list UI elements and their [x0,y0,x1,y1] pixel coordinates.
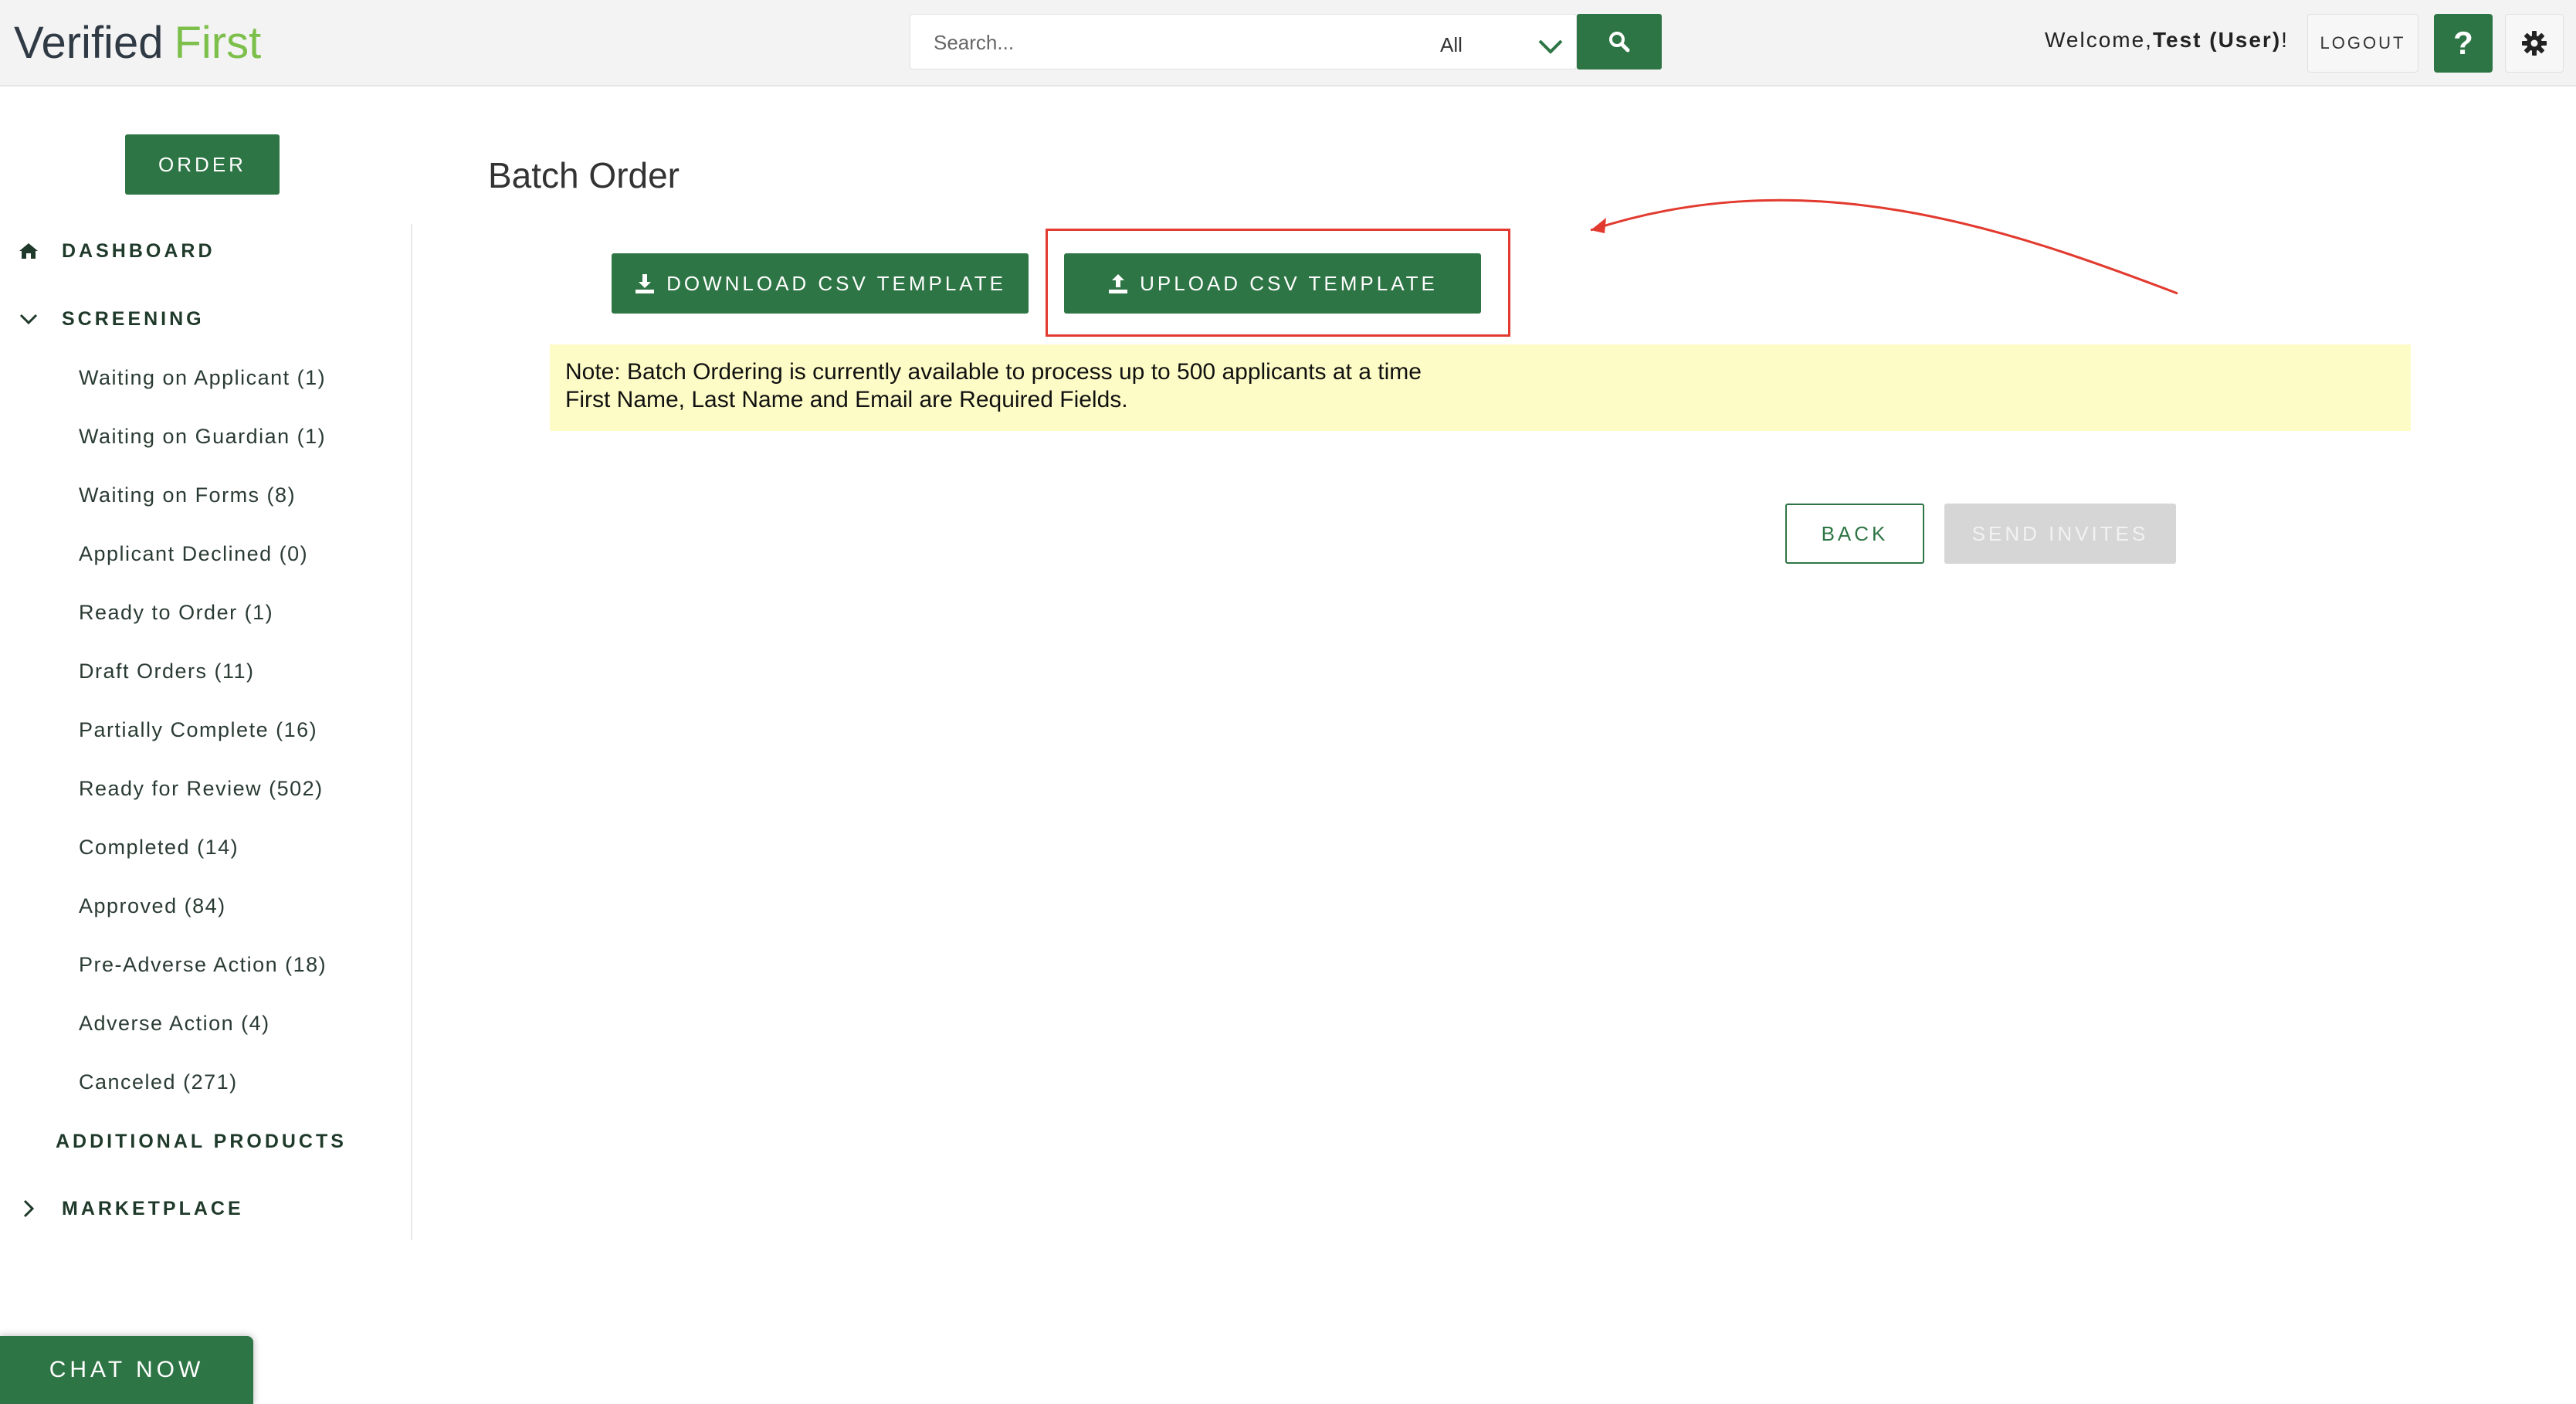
sidebar-item-label: MARKETPLACE [62,1197,244,1219]
sidebar-item-label: SCREENING [62,307,205,330]
chat-now-button[interactable]: CHAT NOW [0,1336,253,1404]
logo-word-2: First [174,18,262,68]
welcome-prefix: Welcome, [2045,28,2153,52]
sidebar-subitem[interactable]: Draft Orders (11) [79,660,255,683]
download-label: DOWNLOAD CSV TEMPLATE [666,271,1006,295]
gear-icon [2521,30,2547,56]
brand-logo[interactable]: Verified First [14,17,261,71]
back-button[interactable]: BACK [1785,504,1924,564]
sidebar-subitem[interactable]: Approved (84) [79,894,226,918]
sidebar-subitem[interactable]: Ready for Review (502) [79,777,324,801]
help-icon: ? [2453,25,2473,61]
sidebar-subitem[interactable]: Ready to Order (1) [79,601,273,625]
sidebar-subitem[interactable]: Applicant Declined (0) [79,542,308,566]
chevron-right-icon [15,1197,42,1220]
sidebar-item-label: DASHBOARD [62,239,215,262]
home-icon [15,239,42,263]
note-line-2: First Name, Last Name and Email are Requ… [565,387,1128,412]
sidebar-item-dashboard[interactable]: DASHBOARD [15,239,215,263]
chevron-down-icon[interactable] [1537,38,1564,55]
chevron-down-icon [15,307,42,331]
sidebar-subitem[interactable]: Completed (14) [79,836,239,860]
search-button[interactable] [1577,14,1662,70]
sidebar-subitem[interactable]: Adverse Action (4) [79,1012,270,1036]
sidebar-subitem[interactable]: Waiting on Forms (8) [79,483,296,507]
page-title: Batch Order [488,155,680,195]
search-filter-select[interactable]: All [1440,33,1463,57]
sidebar-subitem[interactable]: Waiting on Guardian (1) [79,425,326,449]
sidebar-subitem[interactable]: Pre-Adverse Action (18) [79,953,327,977]
search-icon [1608,30,1631,53]
top-header: Verified First All Welcome,Test (User)! … [0,0,2576,86]
sidebar-subitem[interactable]: Waiting on Applicant (1) [79,366,326,390]
sidebar-divider [411,224,412,1240]
upload-label: UPLOAD CSV TEMPLATE [1140,271,1438,295]
annotation-arrow [1575,182,2185,306]
settings-button[interactable] [2505,14,2564,73]
sidebar-item-screening[interactable]: SCREENING [15,307,205,331]
welcome-suffix: ! [2281,28,2289,52]
logout-button[interactable]: LOGOUT [2307,14,2418,73]
welcome-message: Welcome,Test (User)! [2045,28,2289,53]
send-invites-button[interactable]: SEND INVITES [1944,504,2176,564]
search-input[interactable] [934,15,1366,70]
sidebar-item-marketplace[interactable]: MARKETPLACE [15,1197,244,1220]
page: Verified First All Welcome,Test (User)! … [0,0,2576,1404]
note-line-1: Note: Batch Ordering is currently availa… [565,359,1422,385]
search-bar: All [910,14,1577,70]
batch-note: Note: Batch Ordering is currently availa… [550,344,2411,431]
sidebar-subitem[interactable]: Partially Complete (16) [79,718,317,742]
sidebar-subitem[interactable]: Canceled (271) [79,1070,238,1094]
welcome-user: Test (User) [2152,28,2282,52]
download-icon [634,273,656,294]
sidebar-item-additional-products[interactable]: ADDITIONAL PRODUCTS [56,1131,347,1153]
sidebar-item-label: ADDITIONAL PRODUCTS [56,1131,347,1152]
download-csv-template-button[interactable]: DOWNLOAD CSV TEMPLATE [612,253,1029,314]
logo-word-1: Verified [14,18,164,68]
help-button[interactable]: ? [2434,14,2493,73]
order-button[interactable]: ORDER [125,134,280,195]
upload-csv-template-button[interactable]: UPLOAD CSV TEMPLATE [1064,253,1481,314]
upload-icon [1107,273,1129,294]
